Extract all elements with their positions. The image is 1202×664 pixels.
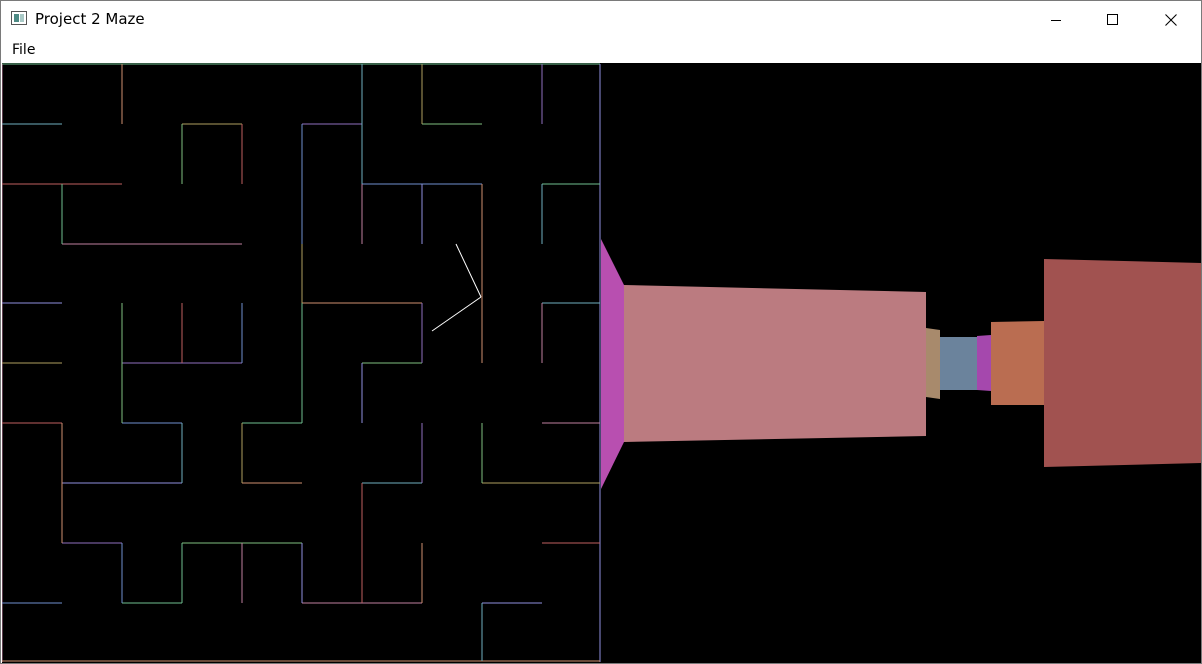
menu-bar: File <box>1 38 1201 63</box>
wall-front-orange <box>991 321 1044 405</box>
maximize-icon <box>1107 13 1118 25</box>
view-line-lower <box>431 296 482 332</box>
maze-canvas[interactable] <box>2 63 1201 663</box>
viewer-frustum <box>431 243 482 332</box>
wall-front-blue <box>940 337 977 390</box>
minimize-icon <box>1051 19 1061 21</box>
title-bar[interactable]: Project 2 Maze <box>1 1 1201 38</box>
wall-front-long <box>624 285 926 442</box>
close-icon <box>1165 13 1177 26</box>
window-title: Project 2 Maze <box>35 10 145 28</box>
view-line-upper <box>455 243 482 298</box>
app-window: Project 2 Maze File <box>0 0 1202 664</box>
wall-front-far-right <box>1044 259 1201 467</box>
close-button[interactable] <box>1142 1 1200 38</box>
maze-walls <box>2 63 601 662</box>
app-icon <box>11 11 27 25</box>
maximize-button[interactable] <box>1084 1 1142 38</box>
menu-file[interactable]: File <box>10 42 37 58</box>
wall-side-small <box>926 328 940 399</box>
wall-side-purple <box>977 335 991 391</box>
maze-map <box>2 63 601 662</box>
minimize-button[interactable] <box>1027 1 1085 38</box>
wall-left-near <box>601 239 624 489</box>
